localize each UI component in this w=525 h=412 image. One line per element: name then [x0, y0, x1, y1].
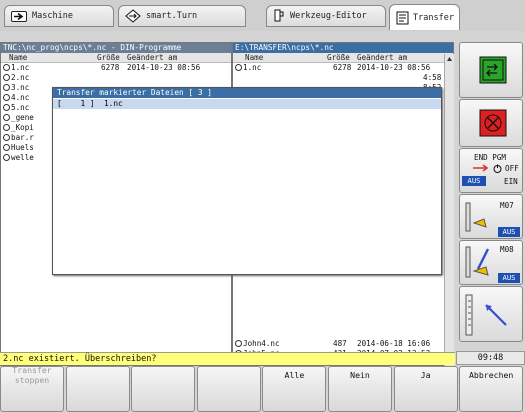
dialog-title: Transfer markierter Dateien [ 3 ]: [53, 88, 441, 98]
list-item[interactable]: 4:58: [233, 73, 453, 83]
power-icon: [493, 164, 502, 175]
jog-icon: [464, 293, 520, 339]
tab-smart-turn[interactable]: smart.Turn: [118, 5, 246, 27]
file-icon: [235, 340, 242, 347]
tab-bar: Maschine smart.Turn Werkzeug-Editor Tran…: [0, 0, 460, 31]
aus-badge: AUS: [462, 176, 486, 186]
aus-badge: AUS: [498, 227, 520, 237]
left-pane-title: TNC:\nc_prog\ncps\*.nc - DIN-Programme: [1, 43, 231, 53]
softkey-empty-4[interactable]: [196, 366, 261, 412]
abbrechen-button[interactable]: Abbrechen: [459, 366, 524, 412]
copy-icon: [479, 56, 507, 84]
transfer-dialog: Transfer markierter Dateien [ 3 ] [ 1 ] …: [52, 87, 442, 275]
tab-label: Maschine: [32, 11, 73, 21]
file-icon: [3, 64, 10, 71]
col-date[interactable]: Geändert am: [357, 53, 407, 63]
right-pane-title: E:\TRANSFER\ncps\*.nc: [233, 43, 453, 53]
file-icon: [3, 114, 10, 121]
arrow-right-icon: [11, 10, 27, 22]
scrollbar[interactable]: [444, 54, 454, 366]
m08-button[interactable]: M08 AUS: [459, 240, 523, 285]
aus-badge: AUS: [498, 273, 520, 283]
right-column-header: Name Größe Geändert am: [233, 53, 453, 63]
scroll-up-icon[interactable]: [446, 55, 453, 63]
coolant-icon: [464, 201, 492, 235]
col-size[interactable]: Größe: [97, 53, 120, 63]
file-icon: [3, 154, 10, 161]
tab-label: smart.Turn: [146, 11, 198, 21]
top-right-area: [460, 0, 525, 31]
copy-green-button[interactable]: [459, 42, 523, 98]
clock: 09:48: [456, 351, 525, 365]
delete-icon: [479, 109, 507, 137]
col-date[interactable]: Geändert am: [127, 53, 177, 63]
tool-icon: [273, 9, 285, 23]
nein-button[interactable]: Nein: [328, 366, 392, 412]
file-icon: [3, 84, 10, 91]
file-icon: [3, 134, 10, 141]
col-name[interactable]: Name: [9, 53, 27, 63]
coolant-icon: [464, 245, 494, 283]
file-icon: [3, 74, 10, 81]
transfer-stoppen-button[interactable]: Transfer stoppen: [0, 365, 64, 412]
col-size[interactable]: Größe: [327, 53, 350, 63]
softkey-label: Transfer stoppen: [12, 365, 52, 385]
jog-button[interactable]: [459, 286, 523, 342]
diamond-arrow-icon: [125, 9, 141, 23]
file-icon: [3, 144, 10, 151]
end-pgm-button[interactable]: END PGM OFF AUS EIN: [459, 148, 523, 193]
list-item[interactable]: John4.nc 487 2014-06-18 16:06: [233, 339, 445, 349]
file-icon: [3, 94, 10, 101]
softkey-label: Alle: [284, 370, 305, 380]
status-message: 2.nc existiert. Überschreiben?: [0, 352, 455, 365]
tab-transfer[interactable]: Transfer: [389, 4, 460, 30]
file-icon: [3, 124, 10, 131]
list-item[interactable]: 1.nc 6278 2014-10-23 08:56: [233, 63, 453, 73]
list-item[interactable]: 1.nc 6278 2014-10-23 08:56: [1, 63, 231, 73]
softkey-empty-2[interactable]: [65, 366, 130, 412]
softkey-label: Abbrechen: [469, 370, 514, 380]
tab-maschine[interactable]: Maschine: [4, 5, 114, 27]
document-icon: [396, 11, 409, 25]
tab-label: Werkzeug-Editor: [290, 11, 367, 21]
file-icon: [3, 104, 10, 111]
tab-label: Transfer: [413, 12, 454, 23]
softkey-empty-3[interactable]: [131, 366, 196, 412]
tab-werkzeug-editor[interactable]: Werkzeug-Editor: [266, 5, 386, 27]
delete-red-button[interactable]: [459, 99, 523, 147]
ja-button[interactable]: Ja: [393, 366, 458, 412]
alle-button[interactable]: Alle: [262, 366, 327, 412]
left-column-header: Name Größe Geändert am: [1, 53, 231, 63]
file-icon: [235, 64, 242, 71]
softkey-label: Ja: [420, 370, 431, 380]
list-item[interactable]: 2.nc: [1, 73, 231, 83]
m07-button[interactable]: M07 AUS: [459, 194, 523, 239]
arrow-right-icon: [472, 163, 492, 175]
softkey-label: Nein: [350, 370, 370, 380]
col-name[interactable]: Name: [245, 53, 263, 63]
dialog-list-item[interactable]: [ 1 ] 1.nc: [53, 99, 441, 109]
